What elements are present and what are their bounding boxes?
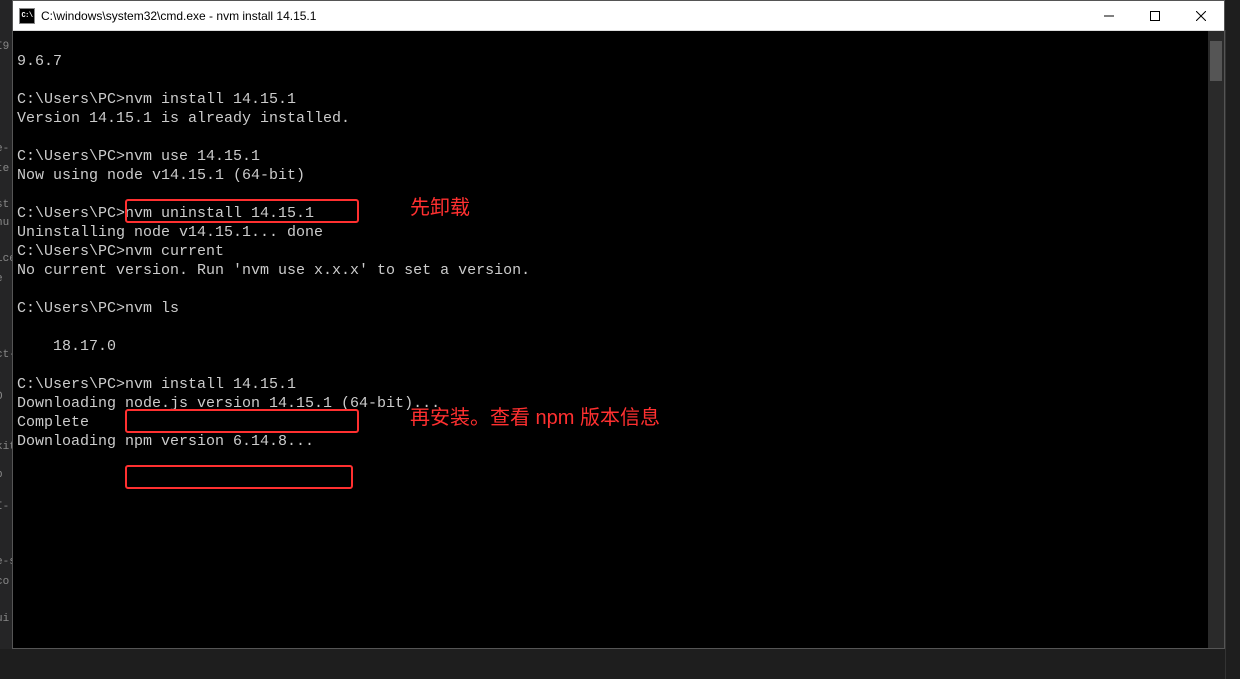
scrollbar-thumb[interactable] [1210, 41, 1222, 81]
gutter-fragment: te [0, 162, 9, 176]
terminal-line: C:\Users\PC>nvm install 14.15.1 [17, 91, 296, 108]
terminal-line: C:\Users\PC>nvm use 14.15.1 [17, 148, 260, 165]
gutter-fragment: O [0, 390, 3, 404]
annotation-uninstall: 先卸载 [410, 199, 470, 218]
terminal-line: 9.6.7 [17, 53, 62, 70]
gutter-fragment: I- [0, 500, 9, 514]
highlight-install [125, 409, 359, 433]
window-controls [1086, 1, 1224, 30]
close-button[interactable] [1178, 1, 1224, 30]
cmd-window: C:\ C:\windows\system32\cmd.exe - nvm in… [12, 0, 1225, 649]
terminal-line: C:\Users\PC>nvm uninstall 14.15.1 [17, 205, 314, 222]
terminal-line: C:\Users\PC>nvm ls [17, 300, 179, 317]
gutter-fragment: ui [0, 612, 9, 626]
gutter-fragment: co [0, 575, 9, 589]
terminal-line: C:\Users\PC>nvm current [17, 243, 224, 260]
scrollbar[interactable] [1208, 31, 1224, 648]
titlebar[interactable]: C:\ C:\windows\system32\cmd.exe - nvm in… [13, 1, 1224, 31]
terminal-line: Version 14.15.1 is already installed. [17, 110, 350, 127]
terminal-line: 18.17.0 [17, 338, 116, 355]
right-edge-panel [1225, 30, 1240, 679]
minimize-button[interactable] [1086, 1, 1132, 30]
maximize-button[interactable] [1132, 1, 1178, 30]
terminal-line: Downloading node.js version 14.15.1 (64-… [17, 395, 440, 412]
terminal-line: No current version. Run 'nvm use x.x.x' … [17, 262, 530, 279]
gutter-fragment: st [0, 198, 9, 212]
title-left: C:\ C:\windows\system32\cmd.exe - nvm in… [13, 8, 316, 24]
terminal-line: Complete [17, 414, 89, 431]
window-title: C:\windows\system32\cmd.exe - nvm instal… [41, 9, 316, 23]
terminal-output[interactable]: 9.6.7 C:\Users\PC>nvm install 14.15.1 Ve… [13, 31, 1224, 648]
gutter-fragment: I9 [0, 40, 9, 54]
terminal-line: Downloading npm version 6.14.8... [17, 433, 314, 450]
cmd-icon: C:\ [19, 8, 35, 24]
highlight-npm-version [125, 465, 353, 489]
gutter-fragment: e- [0, 142, 9, 156]
terminal-line: Now using node v14.15.1 (64-bit) [17, 167, 305, 184]
editor-gutter: I9 e- te st hu ice e ct- O kit b I- e-s … [0, 0, 12, 649]
gutter-fragment: b [0, 468, 3, 482]
gutter-fragment: hu [0, 216, 9, 230]
terminal-line: C:\Users\PC>nvm install 14.15.1 [17, 376, 296, 393]
gutter-fragment: e [0, 272, 3, 286]
annotation-install: 再安装。查看 npm 版本信息 [410, 409, 660, 428]
terminal-line: Uninstalling node v14.15.1... done [17, 224, 323, 241]
